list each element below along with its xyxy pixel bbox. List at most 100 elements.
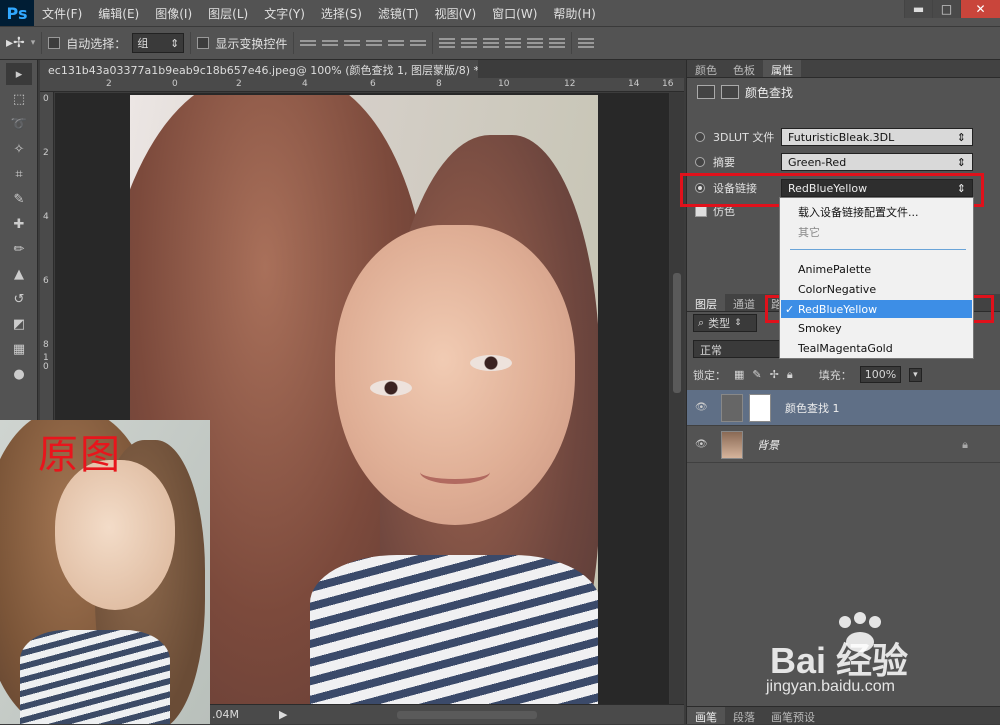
chevron-down-icon[interactable]: ▾ [909, 367, 922, 382]
magic-wand-tool-icon[interactable]: ✧ [6, 138, 32, 160]
menu-select[interactable]: 选择(S) [313, 5, 370, 22]
layer-row[interactable]: 👁︎ 背景 🔒︎ [687, 427, 1000, 463]
watermark-url: jingyan.baidu.com [766, 678, 895, 695]
tab-channels[interactable]: 通道 [725, 294, 763, 311]
visibility-eye-icon[interactable]: 👁︎ [695, 439, 711, 450]
fill-value[interactable]: 100% [859, 366, 902, 383]
auto-align-icon[interactable] [578, 35, 595, 51]
distribute-vcenter-icon[interactable] [461, 35, 478, 51]
close-window-button[interactable]: ✕ [960, 0, 1000, 18]
adjustment-grid-icon [697, 85, 715, 99]
document-size: .04M [212, 708, 239, 721]
layer-mask-thumbnail[interactable] [749, 393, 771, 422]
lut-file-select[interactable]: FuturisticBleak.3DL ⇕ [781, 128, 973, 146]
tab-swatches[interactable]: 色板 [725, 60, 763, 77]
distribute-bottom-icon[interactable] [483, 35, 500, 51]
auto-select-checkbox[interactable] [48, 37, 61, 49]
photo-smile [420, 460, 490, 484]
dropdown-item-redblueyellow[interactable]: ✓ RedBlueYellow [781, 300, 972, 318]
menu-type[interactable]: 文字(Y) [256, 5, 313, 22]
menu-file[interactable]: 文件(F) [34, 5, 90, 22]
align-top-icon[interactable] [300, 35, 317, 51]
blend-mode-value: 正常 [700, 344, 722, 357]
visibility-eye-icon[interactable]: 👁︎ [695, 402, 711, 413]
lock-all-icon[interactable]: 🔒︎ [787, 368, 793, 382]
load-device-link-item[interactable]: 载入设备链接配置文件... [798, 204, 919, 220]
distribute-right-icon[interactable] [549, 35, 566, 51]
lasso-tool-icon[interactable]: ➰ [6, 113, 32, 135]
tab-color[interactable]: 颜色 [687, 60, 725, 77]
tab-brush[interactable]: 画笔 [687, 707, 725, 724]
gradient-tool-icon[interactable]: ▦ [6, 338, 32, 360]
lock-paint-icon[interactable]: ✎ [752, 368, 761, 381]
lut-file-row[interactable]: 3DLUT 文件 [695, 128, 774, 146]
minimize-button[interactable]: ▬ [904, 0, 932, 18]
divider [190, 32, 192, 54]
move-tool-icon[interactable]: ▸ [6, 63, 32, 85]
blur-tool-icon[interactable]: ● [6, 363, 32, 385]
marquee-tool-icon[interactable]: ⬚ [6, 88, 32, 110]
abstract-row[interactable]: 摘要 [695, 153, 735, 171]
tab-paragraph[interactable]: 段落 [725, 707, 763, 724]
show-transform-checkbox[interactable] [197, 37, 210, 49]
dropdown-item-colornegative[interactable]: ColorNegative [798, 283, 876, 296]
menu-help[interactable]: 帮助(H) [545, 5, 603, 22]
menu-image[interactable]: 图像(I) [147, 5, 200, 22]
photo-striped-top [20, 630, 170, 724]
layer-name[interactable]: 背景 [757, 437, 779, 453]
dropdown-item-animepalette[interactable]: AnimePalette [798, 263, 871, 276]
mask-icon[interactable] [721, 85, 739, 99]
menu-layer[interactable]: 图层(L) [200, 5, 256, 22]
menu-view[interactable]: 视图(V) [427, 5, 485, 22]
auto-select-label: 自动选择： [66, 36, 127, 51]
tab-layers[interactable]: 图层 [687, 294, 725, 311]
tab-brush-presets[interactable]: 画笔预设 [763, 707, 823, 724]
abstract-radio[interactable] [695, 157, 705, 167]
align-left-icon[interactable] [366, 35, 383, 51]
divider [293, 32, 295, 54]
tool-preset-chevron-icon[interactable]: ▾ [31, 38, 36, 48]
menu-filter[interactable]: 滤镜(T) [370, 5, 427, 22]
document-title: ec131b43a03377a1b9eab9c18b657e46.jpeg@ 1… [48, 64, 478, 77]
menu-divider [790, 249, 966, 250]
align-vcenter-icon[interactable] [322, 35, 339, 51]
menu-edit[interactable]: 编辑(E) [90, 5, 147, 22]
properties-title: 颜色查找 [745, 85, 794, 100]
abstract-select[interactable]: Green-Red ⇕ [781, 153, 973, 171]
document-tab[interactable]: ec131b43a03377a1b9eab9c18b657e46.jpeg@ 1… [40, 60, 478, 78]
horizontal-scrollbar[interactable] [397, 710, 538, 719]
lock-position-icon[interactable]: ✢ [770, 368, 779, 381]
restore-button[interactable]: □ [932, 0, 960, 18]
blend-mode-select[interactable]: 正常 [693, 340, 783, 358]
eyedropper-tool-icon[interactable]: ✎ [6, 188, 32, 210]
menu-window[interactable]: 窗口(W) [484, 5, 545, 22]
history-brush-tool-icon[interactable]: ↺ [6, 288, 32, 310]
distribute-left-icon[interactable] [505, 35, 522, 51]
scrollbar-thumb[interactable] [673, 273, 681, 393]
align-hcenter-icon[interactable] [388, 35, 405, 51]
crop-tool-icon[interactable]: ⌗ [6, 163, 32, 185]
healing-brush-tool-icon[interactable]: ✚ [6, 213, 32, 235]
dropdown-item-tealmagentagold[interactable]: TealMagentaGold [798, 342, 893, 355]
distribute-top-icon[interactable] [439, 35, 456, 51]
lut-file-value: FuturisticBleak.3DL [788, 130, 895, 144]
clone-stamp-tool-icon[interactable]: ▲ [6, 263, 32, 285]
layer-name[interactable]: 颜色查找 1 [785, 400, 840, 416]
lock-pixels-icon[interactable]: ▦ [734, 368, 744, 381]
ruler-label: 4 [302, 79, 308, 89]
move-tool-icon[interactable]: ▸✢ [6, 35, 25, 51]
layer-row[interactable]: 👁︎ 颜色查找 1 [687, 390, 1000, 426]
distribute-hcenter-icon[interactable] [527, 35, 544, 51]
lut-file-radio[interactable] [695, 132, 705, 142]
dropdown-item-smokey[interactable]: Smokey [798, 322, 842, 335]
eraser-tool-icon[interactable]: ◩ [6, 313, 32, 335]
ruler-label: 0 [43, 94, 49, 104]
auto-select-dropdown[interactable]: 组 ⇕ [132, 33, 185, 53]
ruler-label: 8 [436, 79, 442, 89]
align-right-icon[interactable] [410, 35, 427, 51]
layer-filter-select[interactable]: ⌕ 类型 ⇕ [693, 314, 757, 332]
brush-tool-icon[interactable]: ✏ [6, 238, 32, 260]
status-menu-arrow-icon[interactable]: ▶ [279, 708, 287, 721]
align-bottom-icon[interactable] [344, 35, 361, 51]
tab-properties[interactable]: 属性 [763, 60, 801, 77]
